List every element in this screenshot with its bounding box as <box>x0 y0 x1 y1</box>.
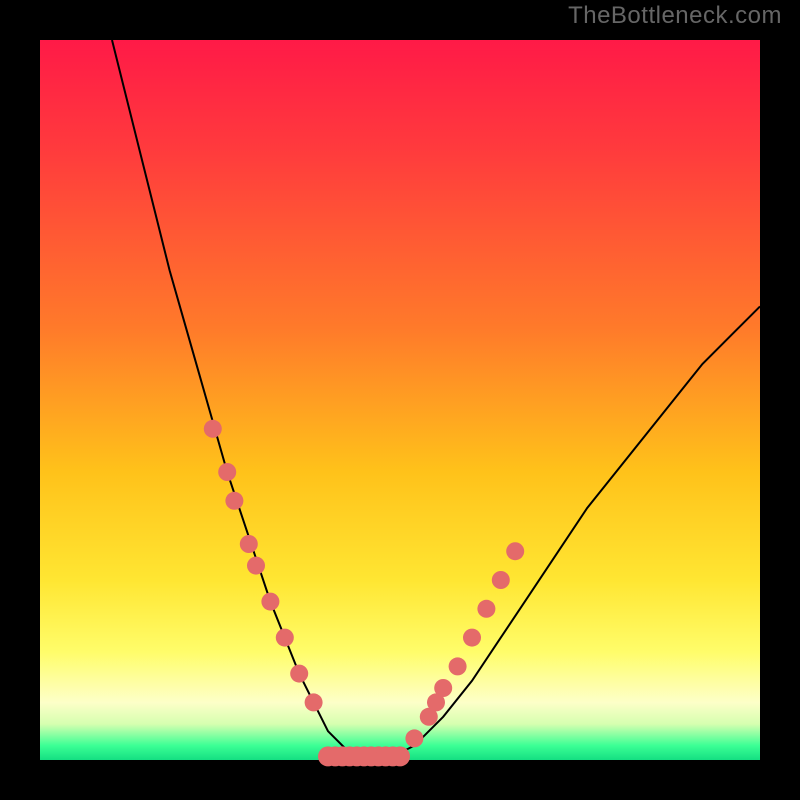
data-dot <box>434 679 452 697</box>
bottom-cluster-dot <box>390 746 410 766</box>
plot-area <box>40 40 760 760</box>
data-dot <box>477 600 495 618</box>
data-dot <box>225 492 243 510</box>
data-dot <box>240 535 258 553</box>
bottleneck-curve <box>112 40 760 760</box>
data-dot <box>290 665 308 683</box>
data-dot <box>449 657 467 675</box>
left-branch-dots <box>204 420 323 712</box>
data-dot <box>506 542 524 560</box>
bottom-cluster <box>318 746 410 766</box>
data-dot <box>218 463 236 481</box>
data-dot <box>405 729 423 747</box>
watermark-text: TheBottleneck.com <box>568 2 782 30</box>
data-dot <box>247 557 265 575</box>
data-dot <box>276 629 294 647</box>
chart-frame: TheBottleneck.com <box>0 0 800 800</box>
right-branch-dots <box>405 542 524 747</box>
data-dot <box>492 571 510 589</box>
chart-overlay <box>40 40 760 760</box>
data-dot <box>463 629 481 647</box>
data-dot <box>261 593 279 611</box>
data-dot <box>204 420 222 438</box>
data-dot <box>305 693 323 711</box>
